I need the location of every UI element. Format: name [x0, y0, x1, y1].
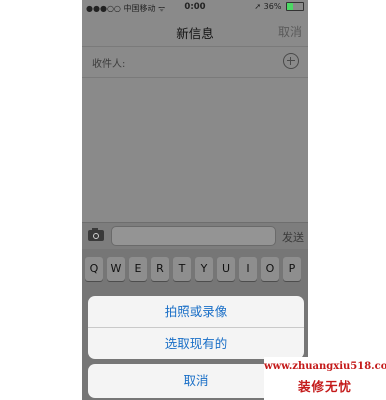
compose-bar: 发送 [82, 222, 308, 249]
key-t[interactable]: T [173, 257, 191, 281]
key-w[interactable]: W [107, 257, 125, 281]
nav-bar: 新信息 取消 [82, 14, 308, 46]
nav-cancel-button[interactable]: 取消 [278, 23, 302, 40]
key-q[interactable]: Q [85, 257, 103, 281]
phone-screen: ●●●○○ 中国移动 ᯤ 0:00 ➚ 36% 新信息 取消 收件人: 发送 Q… [82, 0, 308, 400]
recipient-label: 收件人: [92, 59, 126, 70]
battery-percent: 36% [263, 2, 282, 11]
battery-icon [286, 2, 304, 11]
key-y[interactable]: Y [195, 257, 213, 281]
choose-existing-button[interactable]: 选取现有的 [88, 328, 304, 359]
watermark-text: 装修无忧 [297, 379, 352, 394]
key-u[interactable]: U [217, 257, 235, 281]
status-right: ➚ 36% [254, 2, 304, 11]
key-r[interactable]: R [151, 257, 169, 281]
watermark-url: www.zhuangxiu518.com [264, 361, 386, 372]
battery-fill [287, 3, 293, 10]
key-e[interactable]: E [129, 257, 147, 281]
key-o[interactable]: O [261, 257, 279, 281]
watermark: www.zhuangxiu518.com 装修无忧 [264, 357, 386, 400]
page-title: 新信息 [176, 26, 214, 41]
key-i[interactable]: I [239, 257, 257, 281]
camera-icon[interactable] [88, 228, 104, 241]
action-sheet: 拍照或录像 选取现有的 [88, 296, 304, 359]
take-photo-button[interactable]: 拍照或录像 [88, 296, 304, 327]
key-p[interactable]: P [283, 257, 301, 281]
send-button[interactable]: 发送 [282, 229, 304, 245]
status-bar: ●●●○○ 中国移动 ᯤ 0:00 ➚ 36% [82, 0, 308, 14]
message-input[interactable] [111, 226, 276, 246]
add-recipient-icon[interactable] [283, 53, 299, 69]
location-icon: ➚ [254, 2, 262, 11]
recipient-row[interactable]: 收件人: [82, 46, 308, 78]
